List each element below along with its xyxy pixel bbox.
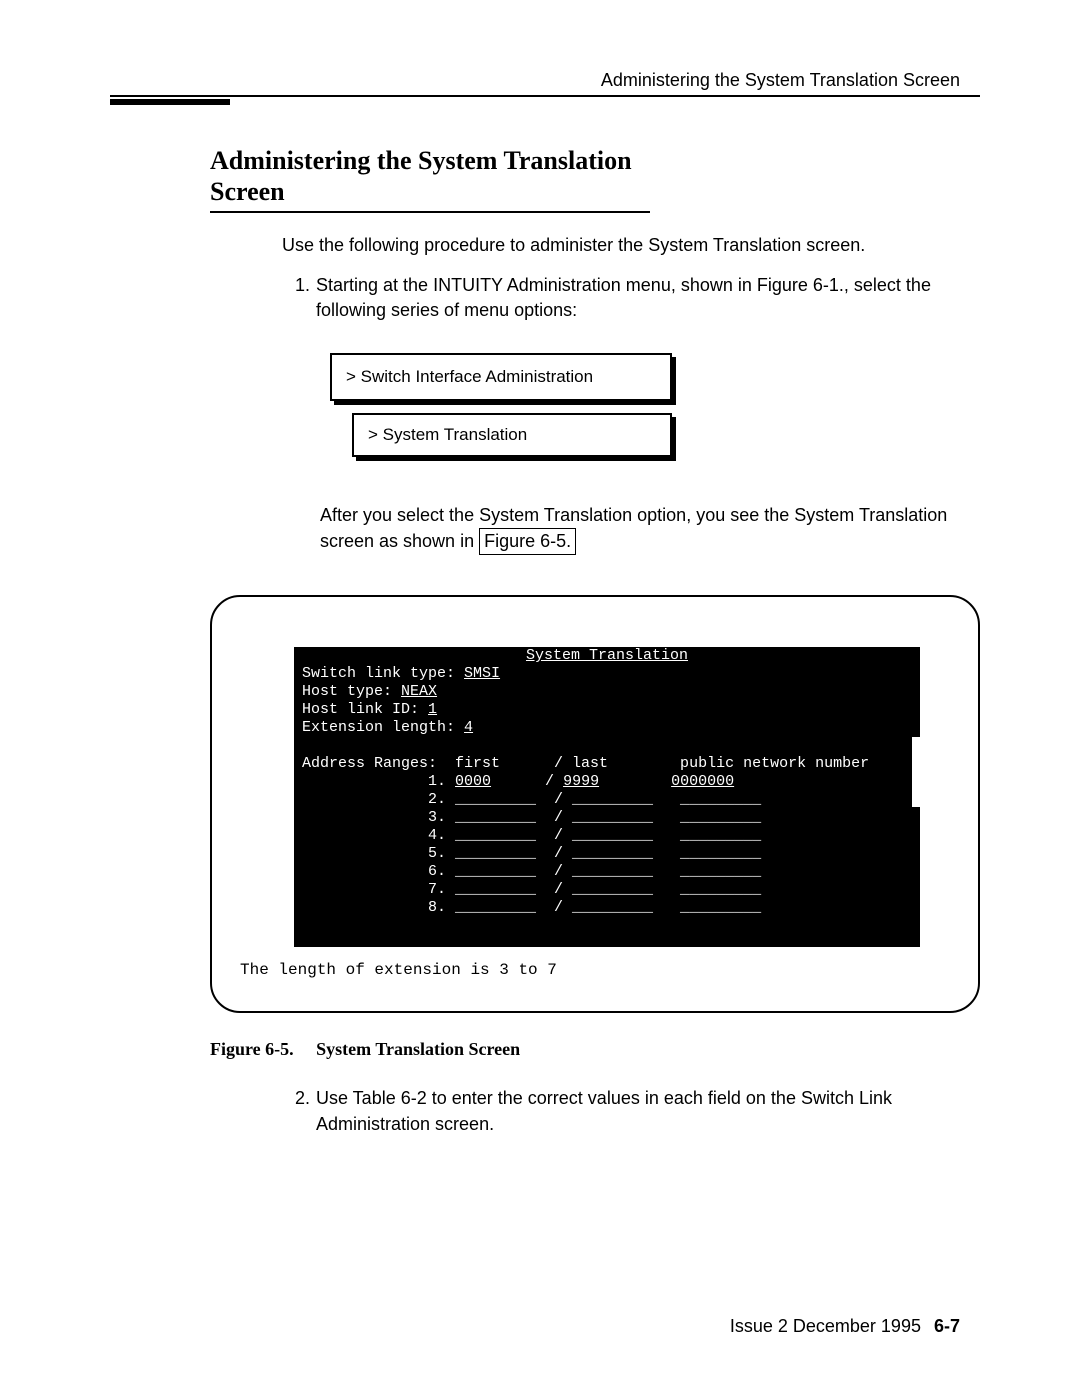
step-2-number: 2. [282, 1086, 310, 1136]
addr-header: Address Ranges: first / last public netw… [302, 755, 869, 772]
row3: 3. _________ / _________ _________ [302, 809, 761, 826]
menu-option-2: > System Translation [352, 413, 672, 457]
page-number: 6-7 [934, 1316, 960, 1336]
terminal-screen: System Translation Switch link type: SMS… [294, 647, 920, 947]
page: Administering the System Translation Scr… [0, 0, 1080, 1397]
terminal-title: System Translation [294, 647, 920, 665]
host-type-label: Host type: [302, 683, 401, 700]
page-footer: Issue 2 December 1995 6-7 [730, 1316, 960, 1337]
row1-first: 0000 [455, 773, 491, 790]
row1-lead: 1. [302, 773, 455, 790]
row7: 7. _________ / _________ _________ [302, 881, 761, 898]
menu-option-1: > Switch Interface Administration [330, 353, 672, 401]
figure-caption: Figure 6-5. System Translation Screen [210, 1039, 980, 1060]
step-2: 2. Use Table 6-2 to enter the correct va… [282, 1086, 980, 1136]
issue-date: Issue 2 December 1995 [730, 1316, 921, 1336]
host-link-value: 1 [428, 701, 437, 718]
terminal-body: Switch link type: SMSI Host type: NEAX H… [302, 665, 912, 917]
header-rule-short [110, 99, 230, 105]
switch-link-label: Switch link type: [302, 665, 464, 682]
row5: 5. _________ / _________ _________ [302, 845, 761, 862]
switch-link-value: SMSI [464, 665, 500, 682]
menu-stack: > Switch Interface Administration > Syst… [330, 353, 980, 457]
section-title-rule [210, 211, 650, 213]
row6: 6. _________ / _________ _________ [302, 863, 761, 880]
terminal-footer: The length of extension is 3 to 7 [240, 961, 950, 979]
terminal-scrollbar[interactable] [912, 737, 920, 807]
row2: 2. _________ / _________ _________ [302, 791, 761, 808]
row1-pub: 0000000 [671, 773, 734, 790]
figure-title: System Translation Screen [316, 1039, 520, 1059]
step-2-text: Use Table 6-2 to enter the correct value… [316, 1086, 980, 1136]
step-1-text: Starting at the INTUITY Administration m… [316, 273, 980, 323]
header-rule-full [110, 95, 980, 97]
content: Administering the System Translation Scr… [210, 145, 980, 1137]
after-menu-lead: After you select the System Translation … [320, 505, 947, 551]
ext-len-value: 4 [464, 719, 473, 736]
ext-len-label: Extension length: [302, 719, 464, 736]
host-type-value: NEAX [401, 683, 437, 700]
row4: 4. _________ / _________ _________ [302, 827, 761, 844]
figure-number: Figure 6-5. [210, 1039, 294, 1059]
row1-last: 9999 [563, 773, 599, 790]
section-title: Administering the System Translation Scr… [210, 145, 650, 207]
row1-pad [599, 773, 671, 790]
after-menu-text: After you select the System Translation … [320, 503, 980, 555]
figure-frame: System Translation Switch link type: SMS… [210, 595, 980, 1013]
row1-sep: / [491, 773, 563, 790]
step-1: 1. Starting at the INTUITY Administratio… [282, 273, 980, 323]
intro-text: Use the following procedure to administe… [282, 233, 980, 258]
running-header: Administering the System Translation Scr… [110, 70, 980, 95]
row8: 8. _________ / _________ _________ [302, 899, 761, 916]
step-1-number: 1. [282, 273, 310, 323]
host-link-label: Host link ID: [302, 701, 428, 718]
figure-link[interactable]: Figure 6-5. [479, 528, 576, 555]
